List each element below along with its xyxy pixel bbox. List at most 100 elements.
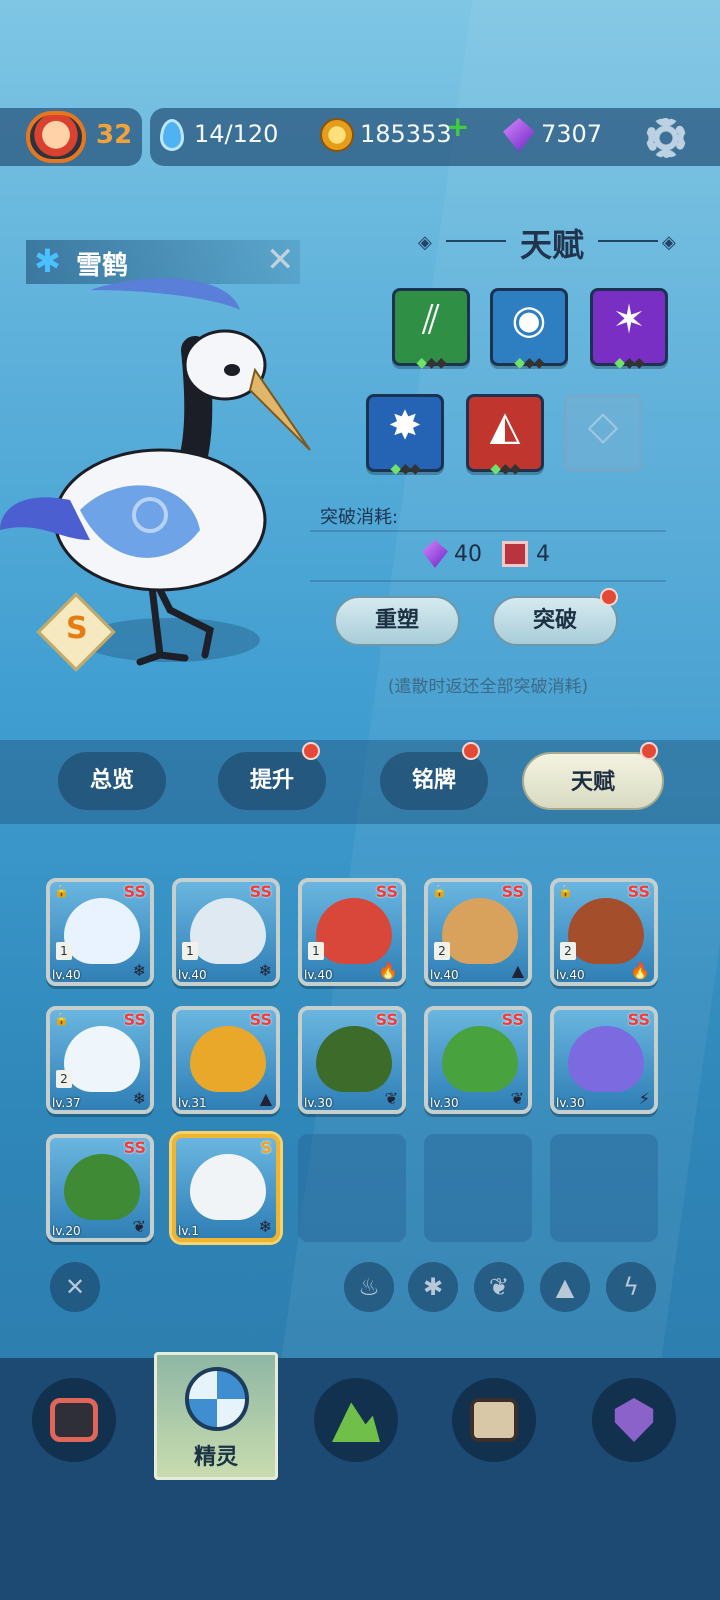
game-screen: 32 14/120 185353 + 7307 ✱ 雪鹤 ✕ S ◈ 天赋 ◈ … — [0, 0, 720, 1600]
breakthrough-button[interactable]: 突破 — [492, 596, 618, 646]
player-avatar[interactable] — [26, 111, 86, 163]
pet-grade: SS — [375, 1010, 398, 1029]
nav-map[interactable] — [592, 1378, 676, 1462]
talent-title: 天赋 — [520, 226, 585, 264]
talent-level-dots: ◆◆◆ — [614, 355, 644, 371]
star-slash-icon: ✶ — [612, 297, 646, 343]
pet-grade: SS — [501, 882, 524, 901]
pet-grade: SS — [627, 1010, 650, 1029]
pet-tabs: 总览 提升 铭牌 天赋 — [0, 740, 720, 824]
reshape-button[interactable]: 重塑 — [334, 596, 460, 646]
pet-level: lv.31 — [178, 1096, 207, 1110]
pet-portrait — [442, 898, 518, 964]
nav-console[interactable] — [32, 1378, 116, 1462]
divider-bottom — [310, 580, 666, 582]
ice-filter-icon[interactable]: ✱ — [408, 1262, 458, 1312]
title-ornament-left — [446, 240, 506, 242]
tab-upgrade[interactable]: 提升 — [218, 752, 326, 810]
pet-card[interactable]: SS 1 lv.40 ❄ — [172, 878, 280, 986]
pet-card[interactable]: SS lv.30 ❦ — [298, 1006, 406, 1114]
pet-card[interactable]: SS 1 lv.40 🔥 — [298, 878, 406, 986]
bottom-nav: 精灵 — [0, 1352, 720, 1600]
pet-portrait — [568, 1026, 644, 1092]
rank-letter: S — [66, 611, 88, 646]
breakthrough-item-icon — [502, 541, 528, 567]
pet-card[interactable]: 🔒 SS 2 lv.40 🔥 — [550, 878, 658, 986]
lock-icon: 🔒 — [558, 884, 573, 898]
settings-gear-icon[interactable] — [646, 118, 686, 158]
pet-portrait — [190, 1154, 266, 1220]
mountain-icon — [332, 1402, 380, 1442]
pet-level: lv.30 — [304, 1096, 333, 1110]
pet-level: lv.30 — [556, 1096, 585, 1110]
add-coins-button[interactable]: + — [446, 110, 469, 143]
pet-star-count: 2 — [434, 942, 450, 960]
map-pin-icon — [614, 1398, 654, 1442]
pet-card[interactable]: SS lv.30 ❦ — [424, 1006, 532, 1114]
talent-slot[interactable]: ✸ ◆◆◆ — [366, 394, 444, 477]
ice-element-icon: ❄ — [258, 1217, 272, 1236]
pet-grade: SS — [123, 1010, 146, 1029]
ice-element-icon: ❄ — [258, 961, 272, 980]
pet-level: lv.40 — [430, 968, 459, 982]
empty-pet-slot — [298, 1134, 406, 1242]
tab-nameplate[interactable]: 铭牌 — [380, 752, 488, 810]
empty-pet-slot — [424, 1134, 532, 1242]
pet-level: lv.30 — [430, 1096, 459, 1110]
pet-portrait — [316, 898, 392, 964]
pet-card[interactable]: 🔒 SS 2 lv.37 ❄ — [46, 1006, 154, 1114]
pet-card[interactable]: 🔒 SS 2 lv.40 ▲ — [424, 878, 532, 986]
pet-card[interactable]: 🔒 SS 1 lv.40 ❄ — [46, 878, 154, 986]
thunder-filter-icon[interactable]: ϟ — [606, 1262, 656, 1312]
nav-spirits[interactable]: 精灵 — [154, 1352, 278, 1480]
stamina-icon — [160, 119, 184, 151]
pet-grade: SS — [249, 1010, 272, 1029]
talent-slot[interactable]: ⫽ ◆◆◆ — [392, 288, 470, 371]
nav-world[interactable] — [314, 1378, 398, 1462]
spirit-vortex-icon — [185, 1367, 249, 1431]
spiky-orb-icon: ✸ — [388, 403, 422, 449]
pet-card[interactable]: SS lv.30 ⚡ — [550, 1006, 658, 1114]
pet-grade: SS — [249, 882, 272, 901]
cost-item-value: 4 — [536, 542, 550, 567]
tab-talent[interactable]: 天赋 — [522, 752, 664, 810]
divider-top — [310, 530, 666, 532]
lock-icon: 🔒 — [432, 884, 447, 898]
pet-card[interactable]: Slv.1 ❄ — [172, 1134, 280, 1242]
stamina-value: 14/120 — [194, 120, 279, 148]
nav-bag[interactable] — [452, 1378, 536, 1462]
pet-portrait — [64, 1026, 140, 1092]
grass-element-icon: ❦ — [132, 1217, 146, 1236]
pet-portrait — [442, 1026, 518, 1092]
fire-element-icon: 🔥 — [630, 961, 650, 980]
cost-gem-value: 40 — [454, 542, 482, 567]
pet-portrait — [64, 898, 140, 964]
pet-card[interactable]: SS lv.31 ▲ — [172, 1006, 280, 1114]
grass-filter-icon[interactable]: ❦ — [474, 1262, 524, 1312]
talent-slot[interactable]: ◭ ◆◆◆ — [466, 394, 544, 477]
ice-element-icon: ❄ — [132, 961, 146, 980]
ornament-right-icon: ◈ — [662, 232, 676, 253]
lock-icon: 🔒 — [54, 884, 69, 898]
pet-grade: SS — [627, 882, 650, 901]
tab-overview[interactable]: 总览 — [58, 752, 166, 810]
talent-level-dots: ◆◆◆ — [390, 461, 420, 477]
pet-star-count: 1 — [182, 942, 198, 960]
pet-level: lv.37 — [52, 1096, 81, 1110]
talent-level-dots: ◆◆◆ — [490, 461, 520, 477]
player-level: 32 — [96, 120, 133, 150]
talent-level-dots: ◆◆◆ — [514, 355, 544, 371]
pet-card[interactable]: SS lv.20 ❦ — [46, 1134, 154, 1242]
talent-slot[interactable]: ✶ ◆◆◆ — [590, 288, 668, 371]
pet-grade: SS — [501, 1010, 524, 1029]
clear-filter-icon[interactable]: ✕ — [50, 1262, 100, 1312]
pet-portrait — [190, 898, 266, 964]
fang-mouth-icon: ◭ — [489, 403, 521, 449]
fire-filter-icon[interactable]: ♨ — [344, 1262, 394, 1312]
earth-filter-icon[interactable]: ▲ — [540, 1262, 590, 1312]
empty-slot-icon: ◇ — [587, 403, 619, 449]
talent-slot[interactable]: ◇ — [564, 394, 642, 472]
chest-icon — [470, 1398, 518, 1442]
talent-slot[interactable]: ◉ ◆◆◆ — [490, 288, 568, 371]
pet-star-count: 2 — [56, 1070, 72, 1088]
